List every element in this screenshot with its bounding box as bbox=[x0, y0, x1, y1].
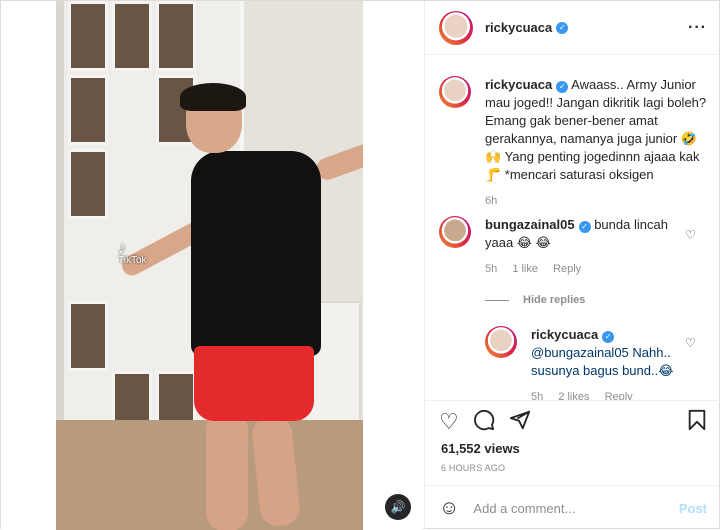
post-modal: ♪ TikTok 🔊 rickycuaca ✓ ··· rickycuaca ✓ … bbox=[0, 0, 720, 530]
verified-icon: ✓ bbox=[602, 331, 615, 343]
hide-replies-button[interactable]: Hide replies bbox=[485, 294, 585, 306]
comments-section[interactable]: rickycuaca ✓ Awaass.. Army Junior mau jog… bbox=[425, 56, 720, 401]
tiktok-logo-icon: ♪ bbox=[118, 240, 126, 257]
emoji-icon[interactable]: ☺ bbox=[439, 497, 459, 520]
view-count[interactable]: 61,552 views bbox=[441, 441, 520, 456]
comment-icon[interactable] bbox=[473, 409, 495, 435]
sound-icon[interactable]: 🔊 bbox=[385, 494, 411, 520]
post-header: rickycuaca ✓ ··· bbox=[425, 1, 720, 55]
verified-icon: ✓ bbox=[556, 81, 569, 93]
action-bar: ♡ bbox=[425, 402, 720, 442]
comment-likes[interactable]: 1 like bbox=[512, 263, 538, 275]
verified-icon: ✓ bbox=[578, 221, 591, 233]
caption-text: Awaass.. Army Junior mau joged!! Jangan … bbox=[485, 77, 707, 182]
share-icon[interactable] bbox=[509, 409, 531, 435]
heart-icon[interactable]: ♡ bbox=[685, 336, 696, 350]
header-username[interactable]: rickycuaca bbox=[485, 20, 552, 35]
comment-input[interactable] bbox=[473, 500, 679, 516]
video-frame[interactable]: ♪ TikTok bbox=[56, 1, 363, 530]
avatar[interactable] bbox=[439, 216, 471, 248]
comment: bungazainal05 ✓ bunda lincah yaaa 😂 😂 5h … bbox=[439, 216, 689, 278]
avatar[interactable] bbox=[485, 326, 517, 358]
reply-button[interactable]: Reply bbox=[605, 391, 633, 400]
reply-button[interactable]: Reply bbox=[553, 263, 581, 275]
tiktok-watermark: ♪ TikTok bbox=[118, 240, 147, 267]
verified-icon: ✓ bbox=[556, 21, 569, 34]
heart-icon[interactable]: ♡ bbox=[685, 228, 696, 242]
video-player[interactable]: ♪ TikTok 🔊 bbox=[1, 1, 423, 530]
post-panel: rickycuaca ✓ ··· rickycuaca ✓ Awaass.. Ar… bbox=[424, 1, 720, 530]
post-time[interactable]: 6 HOURS AGO bbox=[441, 463, 505, 473]
caption-username[interactable]: rickycuaca bbox=[485, 77, 552, 92]
reply-likes[interactable]: 2 likes bbox=[558, 391, 589, 400]
comment-username[interactable]: bungazainal05 bbox=[485, 217, 575, 232]
reply-text: @bungazainal05 Nahh.. susunya bagus bund… bbox=[531, 345, 674, 378]
caption-time[interactable]: 6h bbox=[485, 195, 497, 207]
add-comment-bar: ☺ Post bbox=[425, 485, 720, 530]
post-button[interactable]: Post bbox=[679, 501, 707, 516]
heart-icon[interactable]: ♡ bbox=[439, 411, 459, 433]
more-icon[interactable]: ··· bbox=[688, 19, 707, 37]
reply-comment: rickycuaca ✓ @bungazainal05 Nahh.. susuny… bbox=[485, 326, 685, 400]
bookmark-icon[interactable] bbox=[687, 409, 707, 435]
comment-time[interactable]: 5h bbox=[485, 263, 497, 275]
avatar[interactable] bbox=[439, 76, 471, 108]
reply-username[interactable]: rickycuaca bbox=[531, 327, 598, 342]
reply-time[interactable]: 5h bbox=[531, 391, 543, 400]
caption: rickycuaca ✓ Awaass.. Army Junior mau jog… bbox=[439, 76, 709, 210]
avatar[interactable] bbox=[439, 10, 473, 45]
